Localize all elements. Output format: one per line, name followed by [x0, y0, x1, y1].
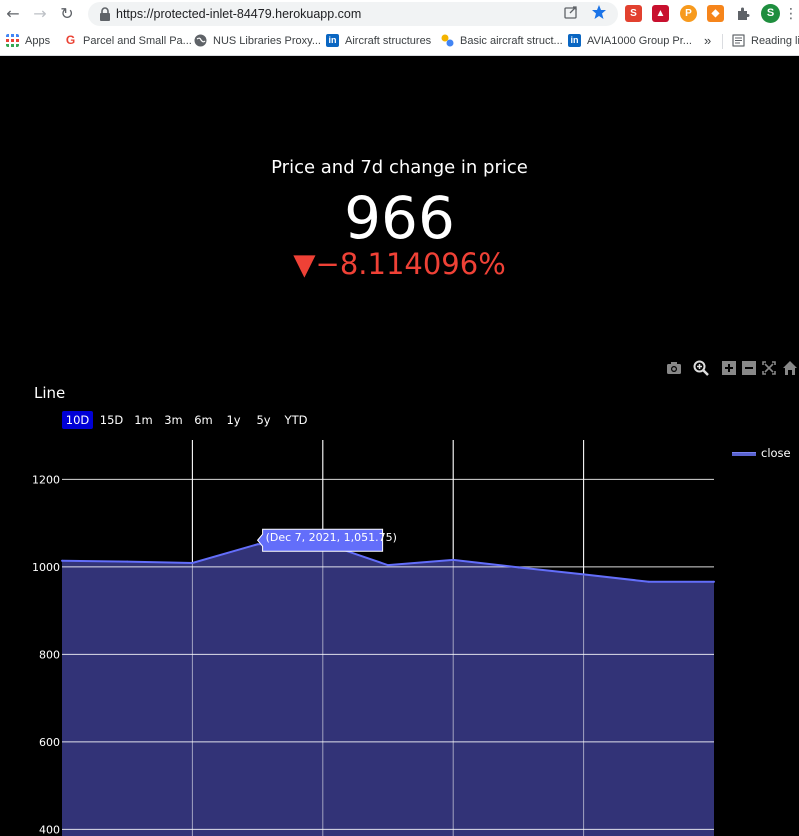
- address-bar[interactable]: https://protected-inlet-84479.herokuapp.…: [88, 2, 618, 26]
- extension-s-icon[interactable]: S: [625, 5, 642, 22]
- y-tick-label: 800: [39, 648, 60, 661]
- area-chart[interactable]: 400 600 800 1000 1200 (Dec 7, 2021, 1,051.75): [0, 57, 799, 836]
- linkedin-icon: in: [326, 33, 339, 47]
- profile-avatar[interactable]: S: [761, 4, 780, 23]
- bookmark-label: Basic aircraft struct...: [460, 35, 563, 47]
- lock-icon: [100, 7, 110, 21]
- apps-grid-icon: [6, 33, 19, 47]
- browser-menu-icon[interactable]: ⋮: [784, 4, 798, 24]
- site-icon: [441, 34, 454, 47]
- bookmark-basic-aircraft[interactable]: Basic aircraft struct...: [441, 28, 563, 54]
- bookmark-parcel[interactable]: G Parcel and Small Pa...: [64, 28, 192, 54]
- data-point: [452, 558, 455, 561]
- bookmark-reading-list[interactable]: Reading list: [732, 28, 799, 54]
- data-point: [647, 580, 650, 583]
- bookmark-label: Parcel and Small Pa...: [83, 35, 192, 47]
- linkedin-icon: in: [568, 33, 581, 47]
- data-point: [517, 566, 520, 569]
- data-point: [582, 573, 585, 576]
- bookmarks-divider: [722, 34, 723, 49]
- data-point: [387, 564, 389, 567]
- metamask-fox-icon[interactable]: ◆: [707, 5, 724, 22]
- data-point: [713, 580, 715, 583]
- bookmark-label: Aircraft structures: [345, 35, 432, 47]
- y-tick-label: 1000: [32, 561, 60, 574]
- data-point: [256, 543, 259, 546]
- honey-extension-icon[interactable]: P: [680, 5, 697, 22]
- share-icon[interactable]: [563, 4, 579, 20]
- extensions-puzzle-icon[interactable]: [735, 6, 751, 22]
- globe-icon: [194, 34, 207, 47]
- back-arrow-icon[interactable]: ←: [3, 4, 23, 24]
- bookmark-apps[interactable]: Apps: [6, 28, 50, 54]
- area-fill: [62, 542, 714, 836]
- pdf-extension-icon[interactable]: ▲: [652, 5, 669, 22]
- bookmark-avia1000[interactable]: in AVIA1000 Group Pr...: [568, 28, 692, 54]
- reload-icon[interactable]: ↻: [57, 4, 77, 24]
- bookmark-aircraft-structures[interactable]: in Aircraft structures: [326, 28, 431, 54]
- dashboard-page: Price and 7d change in price 966 ▼−8.114…: [0, 57, 799, 836]
- url-text[interactable]: https://protected-inlet-84479.herokuapp.…: [116, 2, 361, 26]
- y-tick-label: 1200: [32, 473, 60, 486]
- bookmark-nus-libraries[interactable]: NUS Libraries Proxy...: [194, 28, 321, 54]
- data-point: [61, 559, 63, 562]
- hover-tooltip-text: (Dec 7, 2021, 1,051.75): [266, 531, 397, 544]
- data-point: [126, 560, 129, 563]
- bookmark-star-icon[interactable]: [591, 4, 607, 20]
- y-tick-label: 400: [39, 823, 60, 836]
- bookmark-label: Reading list: [751, 35, 799, 47]
- bookmark-label: NUS Libraries Proxy...: [213, 35, 321, 47]
- bookmarks-bar: Apps G Parcel and Small Pa... NUS Librari…: [0, 28, 799, 56]
- forward-arrow-icon[interactable]: →: [30, 4, 50, 24]
- y-tick-label: 600: [39, 736, 60, 749]
- reading-list-icon: [732, 33, 745, 47]
- bookmark-label: Apps: [25, 35, 51, 47]
- bookmark-label: AVIA1000 Group Pr...: [587, 35, 692, 47]
- google-icon: G: [65, 32, 76, 47]
- data-point: [191, 561, 194, 564]
- browser-toolbar: ← → ↻ https://protected-inlet-84479.hero…: [0, 0, 799, 28]
- bookmarks-overflow-chevron[interactable]: »: [704, 28, 711, 54]
